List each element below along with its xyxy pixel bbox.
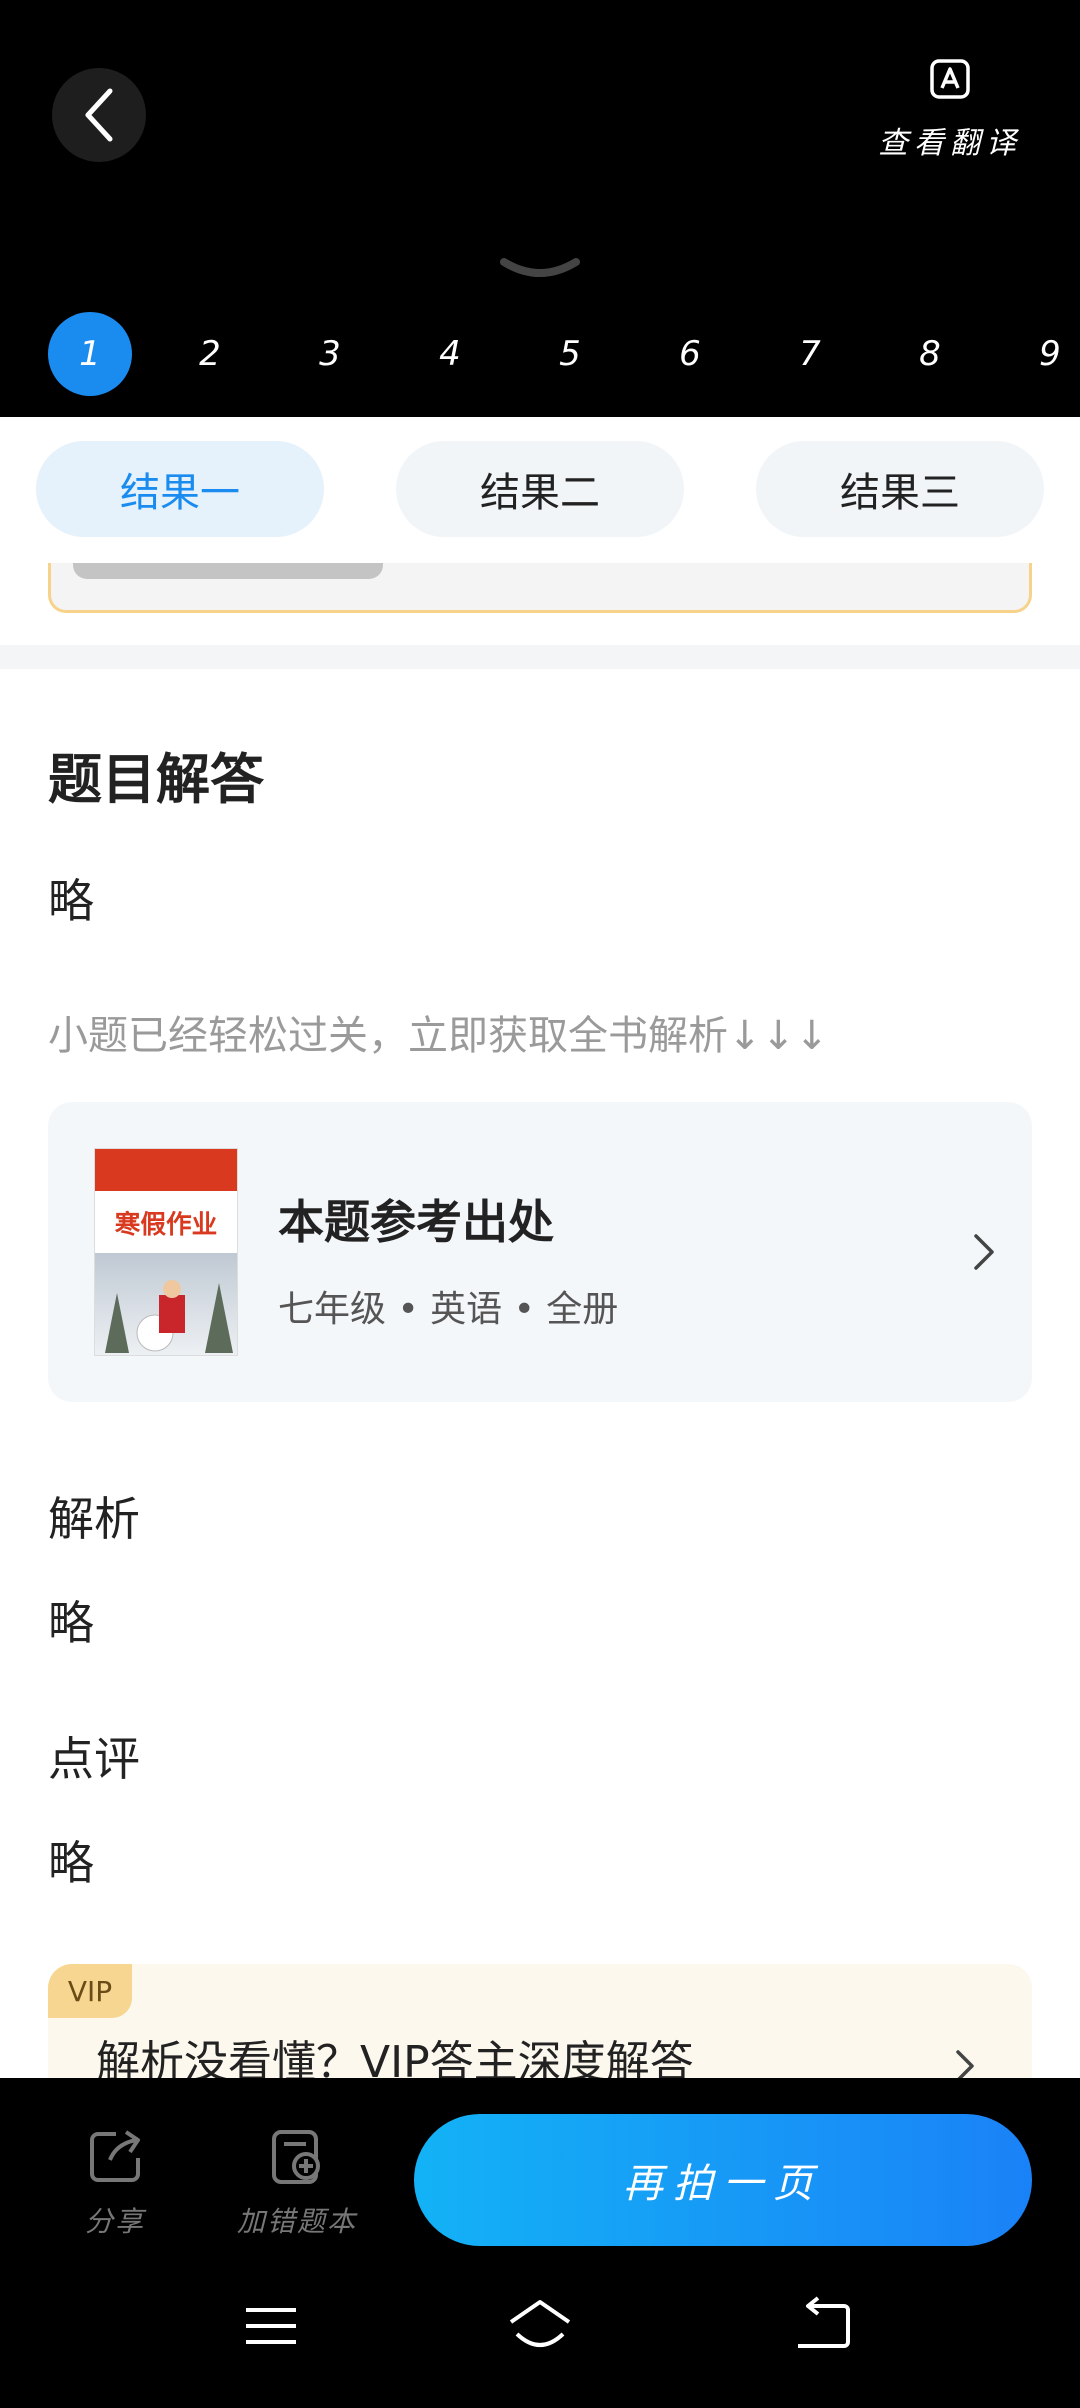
analysis-value: 略 xyxy=(48,1596,94,1650)
divider xyxy=(0,645,1080,669)
page-selector: 1 2 3 4 5 6 7 8 9 xyxy=(0,306,1080,402)
result-tabs: 结果一 结果二 结果三 xyxy=(0,417,1080,563)
book-cover-title: 寒假作业 xyxy=(115,1209,218,1240)
chevron-left-icon xyxy=(85,88,113,142)
result-content: 结果一 结果二 结果三 题目解答 略 小题已经轻松过关，立即获取全书解析↓↓↓ … xyxy=(0,417,1080,2078)
tab-result-2[interactable]: 结果二 xyxy=(396,441,684,537)
menu-icon[interactable] xyxy=(236,2294,306,2358)
answer-title: 题目解答 xyxy=(48,748,264,811)
page-number[interactable]: 4 xyxy=(408,312,492,396)
page-number[interactable]: 1 xyxy=(48,312,132,396)
book-cover-picture xyxy=(95,1253,237,1355)
bottom-action-bar: 分享 加错题本 再拍一页 xyxy=(0,2078,1080,2248)
book-cover-header xyxy=(95,1149,237,1191)
analysis-label: 解析 xyxy=(48,1492,140,1546)
vip-answer-card[interactable]: VIP 解析没看懂？VIP答主深度解答 xyxy=(48,1964,1032,2078)
page-number[interactable]: 7 xyxy=(768,312,852,396)
add-wrong-book-label: 加错题本 xyxy=(236,2205,357,2238)
book-meta: 七年级 • 英语 • 全册 xyxy=(278,1289,619,1330)
question-card-edge xyxy=(48,563,1032,613)
page-number[interactable]: 9 xyxy=(1008,312,1080,396)
scroll-indicator xyxy=(73,563,383,579)
system-nav-bar xyxy=(0,2248,1080,2408)
view-translation-button[interactable]: 查看翻译 xyxy=(870,58,1030,178)
vip-card-text: 解析没看懂？VIP答主深度解答 xyxy=(96,2037,694,2078)
back-nav-icon[interactable] xyxy=(788,2294,858,2358)
promo-text[interactable]: 小题已经轻松过关，立即获取全书解析↓↓↓ xyxy=(48,1003,829,1061)
share-label: 分享 xyxy=(84,2205,145,2238)
comment-label: 点评 xyxy=(48,1732,140,1786)
top-bar: 查看翻译 1 2 3 4 5 6 7 8 9 xyxy=(0,0,1080,417)
book-source-title: 本题参考出处 xyxy=(278,1195,554,1249)
tab-result-3[interactable]: 结果三 xyxy=(756,441,1044,537)
share-button[interactable]: 分享 xyxy=(40,2128,190,2248)
page-number[interactable]: 2 xyxy=(168,312,252,396)
home-icon[interactable] xyxy=(505,2294,575,2358)
view-translation-label: 查看翻译 xyxy=(878,126,1022,161)
tab-result-1[interactable]: 结果一 xyxy=(36,441,324,537)
vip-badge: VIP xyxy=(48,1964,132,2018)
chevron-right-icon xyxy=(956,2050,974,2078)
page-number[interactable]: 6 xyxy=(648,312,732,396)
book-source-card[interactable]: 寒假作业 本题参考出处 七年级 • 英语 • 全册 xyxy=(48,1102,1032,1402)
translate-icon xyxy=(930,59,970,99)
page-number[interactable]: 5 xyxy=(528,312,612,396)
book-cover-image: 寒假作业 xyxy=(94,1148,238,1356)
page-number[interactable]: 3 xyxy=(288,312,372,396)
svg-text:寒假作业: 寒假作业 xyxy=(115,1209,218,1240)
back-button[interactable] xyxy=(52,68,146,162)
page-number[interactable]: 8 xyxy=(888,312,972,396)
collapse-handle-icon[interactable] xyxy=(498,254,582,284)
comment-value: 略 xyxy=(48,1836,94,1890)
add-notebook-icon xyxy=(272,2130,320,2184)
chevron-right-icon xyxy=(974,1234,994,1270)
add-to-wrong-book-button[interactable]: 加错题本 xyxy=(222,2128,372,2248)
answer-value: 略 xyxy=(48,874,94,928)
retake-page-button[interactable]: 再拍一页 xyxy=(414,2114,1032,2246)
share-icon xyxy=(90,2130,140,2182)
